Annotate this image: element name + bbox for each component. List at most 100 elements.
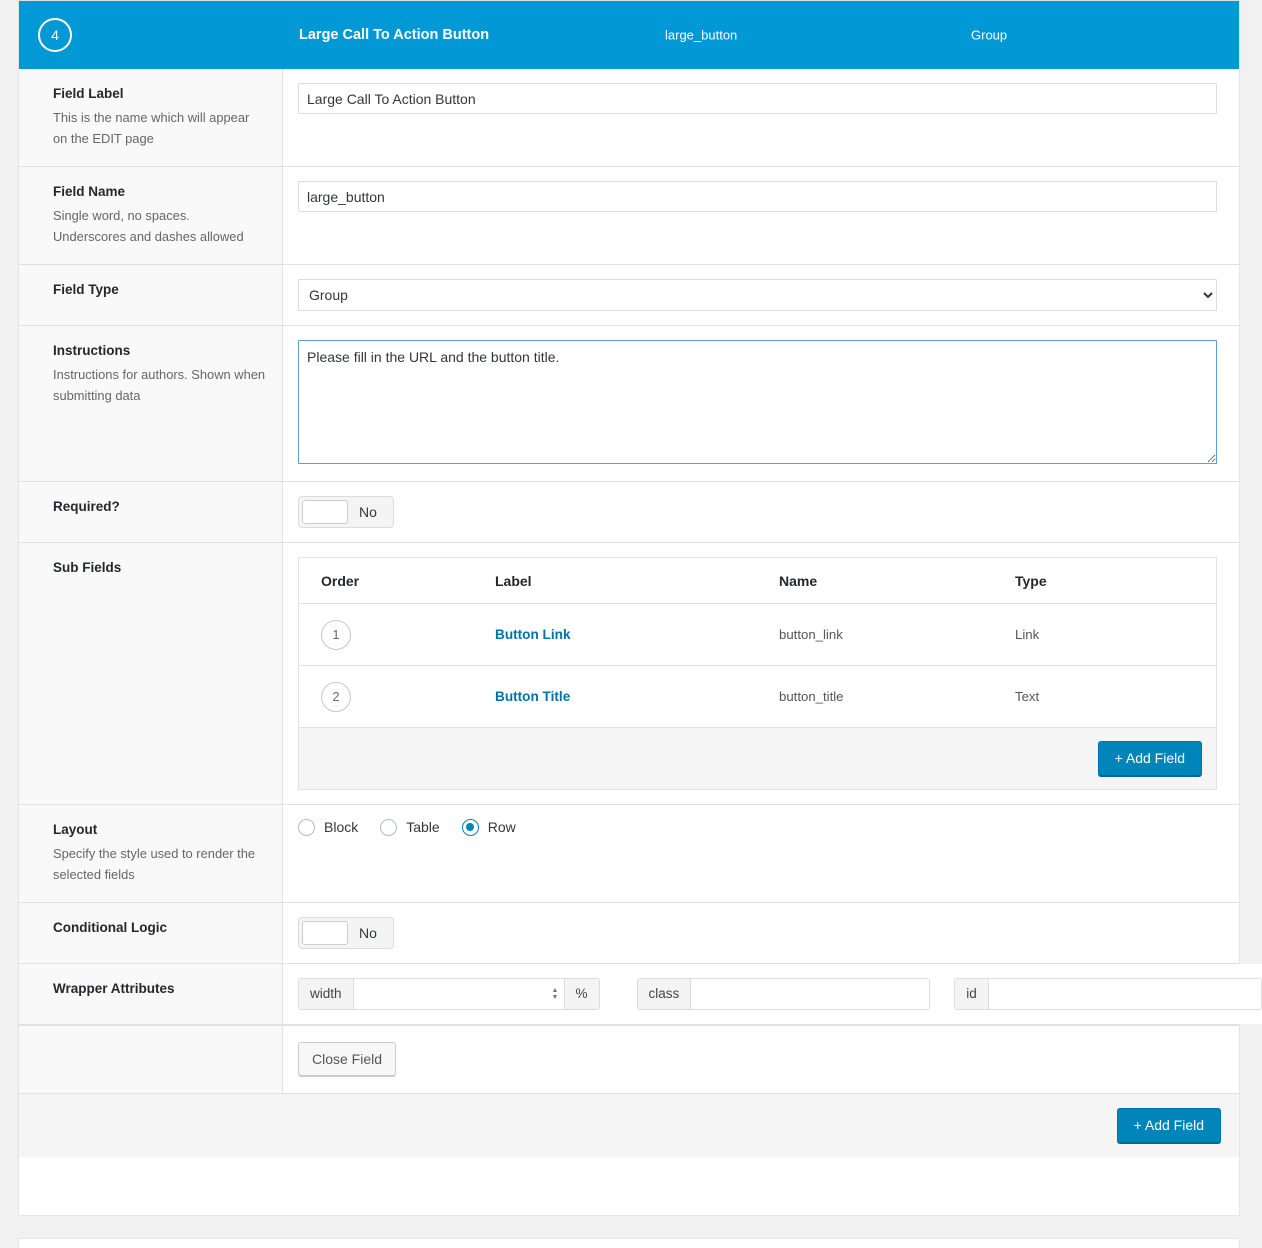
sub-field-type-cell: Text <box>1005 665 1216 729</box>
wrapper-width-input[interactable] <box>353 978 550 1009</box>
layout-radio-block-label: Block <box>324 819 359 836</box>
setting-row-sub-fields: Sub Fields Order Label Name Type 1 Butto… <box>19 543 1239 805</box>
field-label-description: This is the name which will appear on th… <box>53 110 250 147</box>
required-labelcell: Required? <box>19 482 283 543</box>
conditional-logic-title: Conditional Logic <box>53 919 167 935</box>
number-stepper-icon[interactable]: ▲ ▼ <box>550 979 564 1009</box>
field-header[interactable]: 4 Large Call To Action Button large_butt… <box>19 1 1239 69</box>
instructions-textarea[interactable]: Please fill in the URL and the button ti… <box>298 340 1217 465</box>
field-header-name: large_button <box>665 27 738 43</box>
sub-fields-table-wrapper: Order Label Name Type 1 Button Link butt… <box>298 557 1217 790</box>
close-field-row: Close Field <box>19 1024 1239 1094</box>
radio-icon-selected <box>461 818 479 836</box>
instructions-title: Instructions <box>53 343 131 359</box>
required-toggle[interactable]: No <box>298 496 394 529</box>
sub-field-order-badge[interactable]: 1 <box>321 619 351 650</box>
layout-title: Layout <box>53 821 98 837</box>
table-row[interactable]: 2 Button Title button_title Text <box>299 665 1216 729</box>
sub-field-label-cell: Button Title <box>485 665 769 729</box>
layout-labelcell: Layout Specify the style used to render … <box>19 804 283 902</box>
close-field-spacer <box>19 1025 283 1094</box>
wrapper-id-label: id <box>955 978 989 1009</box>
field-label-labelcell: Field Label This is the name which will … <box>19 69 283 167</box>
layout-radio-row[interactable]: Row <box>461 818 516 836</box>
required-toggle-knob <box>302 500 348 525</box>
radio-icon <box>298 818 315 836</box>
wrapper-attributes-inputcell: width ▲ ▼ % class id <box>283 963 1262 1024</box>
setting-row-field-name: Field Name Single word, no spaces. Under… <box>19 167 1239 266</box>
field-name-labelcell: Field Name Single word, no spaces. Under… <box>19 167 283 265</box>
required-inputcell: No <box>283 482 1239 543</box>
wrapper-width-label: width <box>299 978 354 1009</box>
wrapper-attributes-labelcell: Wrapper Attributes <box>19 963 283 1024</box>
wrapper-id-input[interactable] <box>988 978 1261 1009</box>
conditional-logic-toggle-knob <box>302 920 348 945</box>
wrapper-width-group: width ▲ ▼ % <box>298 977 600 1010</box>
layout-radio-block[interactable]: Block <box>298 818 359 836</box>
layout-radio-table-label: Table <box>406 819 440 836</box>
sub-field-label-link[interactable]: Button Link <box>495 627 571 642</box>
layout-inputcell: Block Table Row <box>283 804 1239 902</box>
field-name-input[interactable] <box>298 181 1217 213</box>
setting-row-field-type: Field Type Group <box>19 265 1239 327</box>
field-type-title: Field Type <box>53 282 119 298</box>
next-panel <box>18 1238 1240 1248</box>
setting-row-field-label: Field Label This is the name which will … <box>19 69 1239 168</box>
conditional-logic-toggle-state: No <box>359 924 377 941</box>
wrapper-class-input[interactable] <box>691 978 930 1009</box>
conditional-logic-toggle[interactable]: No <box>298 916 394 949</box>
instructions-inputcell: Please fill in the URL and the button ti… <box>283 326 1239 482</box>
sub-field-label-link[interactable]: Button Title <box>495 689 570 704</box>
field-label-input[interactable] <box>298 83 1217 114</box>
sub-fields-table: Order Label Name Type 1 Button Link butt… <box>299 558 1216 729</box>
sub-fields-header-row: Order Label Name Type <box>299 558 1216 605</box>
close-field-button[interactable]: Close Field <box>298 1041 397 1077</box>
column-header-name: Name <box>769 558 1005 605</box>
sub-field-type-cell: Link <box>1005 603 1216 667</box>
field-type-labelcell: Field Type <box>19 265 283 326</box>
sub-field-order-cell: 1 <box>299 603 485 667</box>
wrapper-class-label: class <box>637 978 692 1009</box>
close-field-cell: Close Field <box>283 1026 1239 1093</box>
sub-field-name-cell: button_link <box>769 603 1005 667</box>
layout-radio-group: Block Table Row <box>298 818 1217 836</box>
column-header-order: Order <box>299 558 485 605</box>
wrapper-attributes-group: width ▲ ▼ % class id <box>298 977 1262 1010</box>
acf-field-editor-page: 4 Large Call To Action Button large_butt… <box>0 0 1262 1248</box>
field-name-inputcell <box>283 167 1239 265</box>
layout-radio-row-label: Row <box>487 819 516 836</box>
field-type-inputcell: Group <box>283 265 1239 326</box>
wrapper-id-group: id <box>954 977 1262 1010</box>
sub-field-name-cell: button_title <box>769 665 1005 729</box>
sub-fields-labelcell: Sub Fields <box>19 543 283 804</box>
setting-row-conditional-logic: Conditional Logic No <box>19 902 1239 964</box>
add-sub-field-button[interactable]: + Add Field <box>1097 741 1202 776</box>
conditional-logic-labelcell: Conditional Logic <box>19 902 283 963</box>
field-name-title: Field Name <box>53 184 126 200</box>
field-header-label[interactable]: Large Call To Action Button <box>299 27 489 43</box>
setting-row-wrapper-attributes: Wrapper Attributes width ▲ ▼ % class id <box>19 963 1262 1025</box>
sub-field-label-cell: Button Link <box>485 603 769 667</box>
wrapper-width-unit: % <box>563 978 599 1009</box>
column-header-label: Label <box>485 558 769 605</box>
setting-row-layout: Layout Specify the style used to render … <box>19 804 1239 903</box>
panel-footer: + Add Field <box>19 1093 1239 1157</box>
field-label-inputcell <box>283 69 1239 167</box>
setting-row-required: Required? No <box>19 482 1239 544</box>
sub-field-order-badge[interactable]: 2 <box>321 681 351 712</box>
conditional-logic-inputcell: No <box>283 902 1239 963</box>
required-toggle-state: No <box>359 504 377 521</box>
sub-fields-footer: + Add Field <box>299 728 1216 789</box>
wrapper-attributes-title: Wrapper Attributes <box>53 980 175 996</box>
field-name-description: Single word, no spaces. Underscores and … <box>53 208 244 245</box>
field-order-badge[interactable]: 4 <box>38 18 72 52</box>
add-field-button[interactable]: + Add Field <box>1116 1108 1221 1143</box>
layout-description: Specify the style used to render the sel… <box>53 846 256 882</box>
field-group-panel: 4 Large Call To Action Button large_butt… <box>18 0 1262 1216</box>
table-row[interactable]: 1 Button Link button_link Link <box>299 603 1216 667</box>
field-type-select[interactable]: Group <box>298 279 1217 312</box>
sub-fields-inputcell: Order Label Name Type 1 Button Link butt… <box>283 543 1239 804</box>
layout-radio-table[interactable]: Table <box>380 818 440 836</box>
column-header-type: Type <box>1005 558 1216 605</box>
instructions-labelcell: Instructions Instructions for authors. S… <box>19 326 283 482</box>
